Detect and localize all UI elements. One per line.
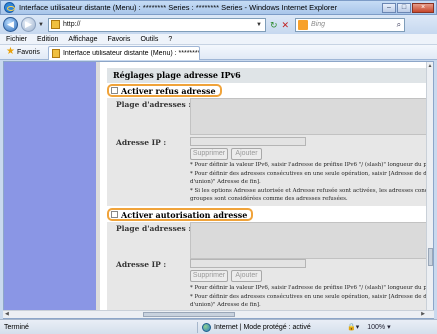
page-icon (50, 20, 60, 29)
vertical-scrollbar[interactable]: ▲ ▼ (426, 62, 433, 318)
zoom-dropdown-icon[interactable]: ▾ (387, 323, 391, 331)
allow-range-label: Plage d'adresses : (116, 224, 192, 233)
allow-address-option[interactable]: Activer autorisation adresse (107, 208, 254, 221)
maximize-button[interactable]: □ (397, 2, 411, 13)
allow-ip-label: Adresse IP : (116, 260, 167, 269)
menu-help[interactable]: ? (168, 36, 172, 43)
allow-notes: * Pour définir la valeur IPv6, saisir l'… (190, 284, 428, 310)
navigation-bar: ◀ ▶ ▼ http:// ▼ ↻ ✕ Bing ⌕ (0, 15, 437, 34)
status-bar: Terminé Internet | Mode protégé : activé… (0, 319, 437, 334)
settings-content: Réglages plage adresse IPv6 Activer refu… (100, 62, 433, 318)
horizontal-scroll-thumb[interactable] (143, 312, 235, 317)
forward-button[interactable]: ▶ (21, 17, 36, 32)
deny-address-list[interactable] (190, 98, 430, 135)
history-dropdown-icon[interactable]: ▼ (38, 22, 44, 28)
menu-favoris[interactable]: Favoris (107, 36, 130, 43)
scroll-right-icon[interactable]: ▶ (421, 311, 425, 318)
vertical-scroll-thumb[interactable] (428, 248, 433, 266)
bing-logo-icon (298, 19, 309, 30)
deny-note-line: * Si les options Adresse autorisée et Ad… (190, 187, 428, 194)
allow-ip-input[interactable] (190, 259, 306, 268)
security-settings-button[interactable]: 🔒▾ (347, 323, 359, 331)
horizontal-scrollbar[interactable]: ◀ ▶ (3, 310, 434, 318)
security-zone[interactable]: Internet | Mode protégé : activé (214, 324, 339, 331)
menu-affichage[interactable]: Affichage (68, 36, 97, 43)
window-title: Interface utilisateur distante (Menu) : … (19, 3, 338, 12)
window-controls: – □ × (381, 2, 434, 13)
status-separator (197, 321, 198, 333)
favorites-star-icon[interactable]: ★ (6, 47, 15, 57)
menu-outils[interactable]: Outils (140, 36, 158, 43)
status-text: Terminé (4, 323, 29, 331)
address-bar[interactable]: http:// ▼ (47, 17, 266, 32)
deny-ip-input[interactable] (190, 137, 306, 146)
deny-note-line: * Pour définir des adresses consécutives… (190, 170, 428, 177)
deny-delete-button[interactable]: Supprimer (190, 148, 228, 160)
allow-address-list[interactable] (190, 222, 430, 259)
allow-note-line: d'union)" Adresse de fin]. (190, 302, 261, 308)
globe-icon (202, 322, 211, 332)
menu-bar: Fichier Edition Affichage Favoris Outils… (0, 34, 437, 45)
allow-address-checkbox[interactable] (111, 211, 118, 218)
close-button[interactable]: × (412, 2, 434, 13)
stop-icon[interactable]: ✕ (282, 20, 290, 30)
refresh-icon[interactable]: ↻ (270, 20, 278, 30)
ie-logo-icon (4, 2, 15, 13)
tab-label: Interface utilisateur distante (Menu) : … (62, 49, 199, 57)
menu-edition[interactable]: Edition (37, 36, 58, 43)
address-input[interactable]: http:// (63, 21, 256, 28)
search-input[interactable]: Bing (311, 21, 397, 28)
menu-fichier[interactable]: Fichier (6, 36, 27, 43)
tab-page-icon (51, 48, 60, 58)
allow-note-line: * Pour définir des adresses consécutives… (190, 293, 428, 300)
deny-address-checkbox[interactable] (111, 87, 118, 94)
allow-add-button[interactable]: Ajouter (231, 270, 262, 282)
deny-note-line: * Pour définir la valeur IPv6, saisir l'… (190, 162, 428, 168)
allow-address-label: Activer autorisation adresse (121, 209, 248, 220)
title-bar: Interface utilisateur distante (Menu) : … (0, 0, 437, 15)
back-button[interactable]: ◀ (3, 17, 18, 32)
scroll-left-icon[interactable]: ◀ (5, 311, 9, 318)
deny-note-line: d'union)" Adresse de fin]. (190, 179, 261, 185)
left-navigation-pane (4, 62, 96, 318)
search-icon[interactable]: ⌕ (397, 20, 401, 30)
allow-delete-button[interactable]: Supprimer (190, 270, 228, 282)
deny-add-button[interactable]: Ajouter (231, 148, 262, 160)
deny-note-line: groupes sont considérées comme des adres… (190, 196, 348, 202)
search-box[interactable]: Bing ⌕ (295, 17, 406, 32)
deny-ip-label: Adresse IP : (116, 138, 167, 147)
section-title: Réglages plage adresse IPv6 (107, 68, 433, 83)
deny-address-label: Activer refus adresse (121, 85, 216, 96)
favorites-bar: ★ Favoris Interface utilisateur distante… (0, 45, 437, 60)
minimize-button[interactable]: – (382, 2, 396, 13)
deny-range-label: Plage d'adresses : (116, 100, 192, 109)
deny-notes: * Pour définir la valeur IPv6, saisir l'… (190, 161, 428, 204)
deny-address-option[interactable]: Activer refus adresse (107, 84, 222, 97)
browser-tab[interactable]: Interface utilisateur distante (Menu) : … (47, 45, 200, 60)
allow-note-line: * Pour définir la valeur IPv6, saisir l'… (190, 285, 428, 291)
scroll-up-icon[interactable]: ▲ (427, 62, 433, 70)
favorites-button[interactable]: Favoris (17, 49, 40, 56)
address-dropdown-icon[interactable]: ▼ (256, 22, 262, 28)
zoom-level[interactable]: 100% (367, 324, 385, 331)
page-viewport: Réglages plage adresse IPv6 Activer refu… (3, 61, 434, 319)
